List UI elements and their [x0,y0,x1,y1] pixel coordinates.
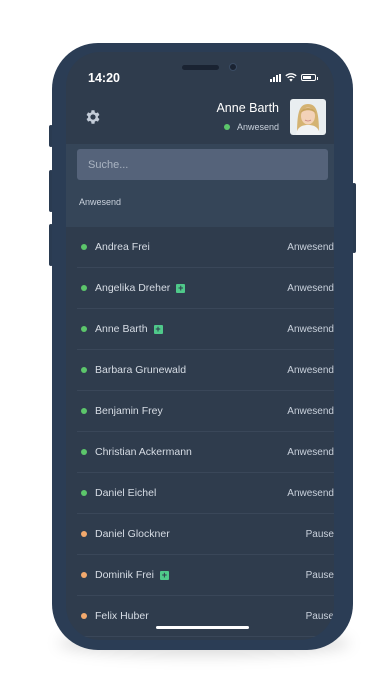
person-name: Daniel Glockner [95,528,170,540]
front-camera [229,63,237,71]
app-header: Anne Barth Anwesend [66,94,334,144]
medical-cross-icon: + [176,282,186,293]
app-screen: 14:20 Anne Barth Anwesend Suche... Anwes… [66,52,334,640]
person-name: Andrea Frei [95,241,150,253]
status-dot [81,449,87,455]
person-status: Anwesend [287,364,334,376]
list-item[interactable]: Anne Barth + Anwesend [77,309,334,350]
person-status: Anwesend [287,241,334,253]
list-item[interactable]: Felix Huber Pause [77,596,334,637]
status-dot [81,326,87,332]
status-dot [81,244,87,250]
status-dot [81,490,87,496]
home-indicator[interactable] [156,626,249,629]
list-item[interactable]: Daniel Glockner Pause [77,514,334,555]
person-name: Daniel Eichel [95,487,157,499]
status-dot [81,367,87,373]
person-status: Anwesend [287,323,334,335]
status-dot [81,531,87,537]
current-user-name: Anne Barth [216,101,279,115]
status-dot [81,285,87,291]
person-status: Anwesend [287,446,334,458]
current-user-status-label: Anwesend [236,122,279,132]
status-dot [81,572,87,578]
status-dot [81,408,87,414]
status-dot [81,613,87,619]
current-user-status: Anwesend [223,122,279,132]
avatar[interactable] [290,99,326,135]
person-status: Anwesend [287,282,334,294]
person-status: Anwesend [287,487,334,499]
avatar-image [290,99,326,135]
medical-cross-icon: + [153,323,163,334]
battery-icon [301,74,318,81]
person-name: Barbara Grunewald [95,364,187,376]
status-icons [270,73,318,82]
person-name: Anne Barth [95,323,148,335]
section-label: Anwesend [79,197,122,207]
search-area: Anwesend [66,144,334,227]
wifi-icon [285,73,297,82]
person-name: Dominik Frei [95,569,154,581]
person-name: Angelika Dreher [95,282,171,294]
list-item[interactable]: Barbara Grunewald Anwesend [77,350,334,391]
status-dot [223,124,230,130]
search-input[interactable] [77,149,328,180]
person-name: Christian Ackermann [95,446,192,458]
person-status: Pause [305,528,334,540]
person-status: Anwesend [287,405,334,417]
list-item[interactable]: Christian Ackermann Anwesend [77,432,334,473]
status-time: 14:20 [88,71,120,85]
people-list: Andrea Frei Anwesend Angelika Dreher + Anwes… [77,227,334,637]
list-item[interactable]: Dominik Frei + Pause [77,555,334,596]
speaker-grille [182,65,219,70]
phone-frame: 14:20 Anne Barth Anwesend Suche... Anwes… [52,43,353,650]
person-status: Pause [305,610,334,622]
person-name: Benjamin Frey [95,405,163,417]
signal-icon [270,73,281,82]
person-status: Pause [305,569,334,581]
list-item[interactable]: Benjamin Frey Anwesend [77,391,334,432]
gear-icon[interactable] [84,108,102,126]
list-item[interactable]: Angelika Dreher + Anwesend [77,268,334,309]
medical-cross-icon: + [159,569,169,580]
status-bar: 14:20 [66,52,334,94]
person-name: Felix Huber [95,610,149,622]
list-item[interactable]: Andrea Frei Anwesend [77,227,334,268]
list-item[interactable]: Daniel Eichel Anwesend [77,473,334,514]
